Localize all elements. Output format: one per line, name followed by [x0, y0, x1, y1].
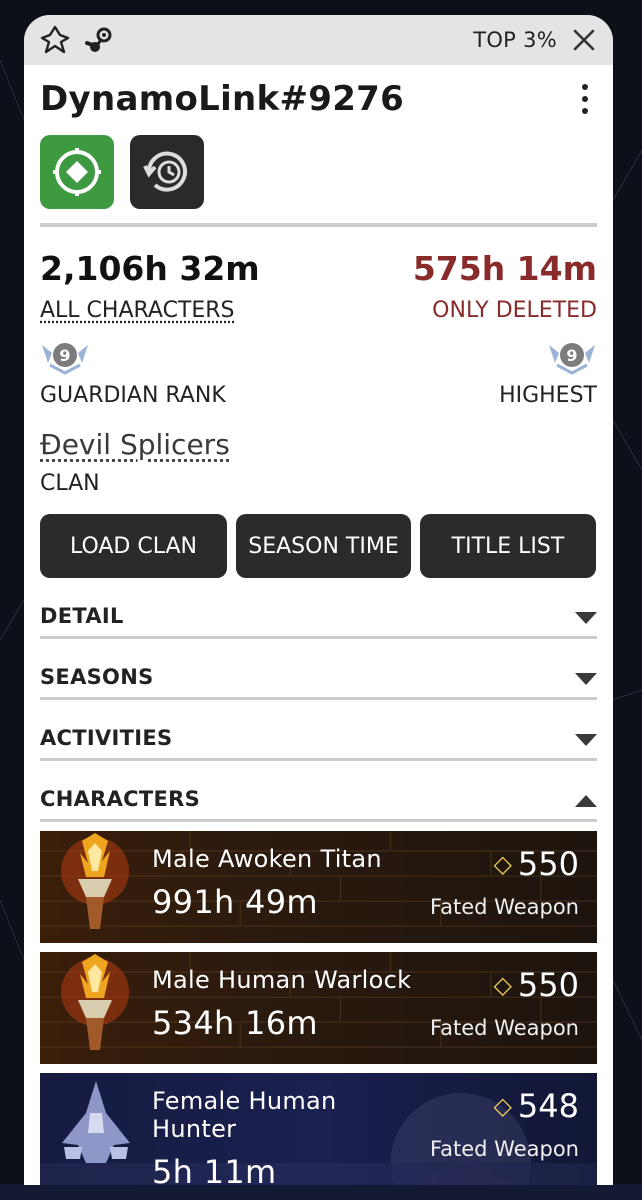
steam-icon[interactable] — [84, 25, 114, 55]
chevron-down-icon — [575, 673, 597, 685]
character-info: Female Human Hunter 5h 11m — [152, 1073, 417, 1185]
section-activities[interactable]: ACTIVITIES — [40, 700, 597, 761]
highest-rank-icon: 9 — [549, 343, 595, 375]
section-seasons[interactable]: SEASONS — [40, 639, 597, 700]
deleted-playtime: 575h 14m — [412, 249, 597, 288]
all-characters-link[interactable]: ALL CHARACTERS — [40, 298, 260, 323]
clan-name-link[interactable]: Ɖevil Splicers — [40, 428, 230, 461]
season-time-button[interactable]: SEASON TIME — [236, 514, 411, 578]
emblem-name: Fated Weapon — [430, 895, 579, 919]
divider — [40, 223, 597, 227]
character-card-titan[interactable]: Male Awoken Titan 991h 49m ◇ 550 Fated W… — [40, 831, 597, 943]
character-playtime: 991h 49m — [152, 883, 318, 921]
player-card: TOP 3% DynamoLink#9276 2,106h 32m ALL CH… — [24, 15, 613, 1185]
character-playtime: 5h 11m — [152, 1153, 277, 1185]
character-stats: ◇ 550 Fated Weapon — [417, 831, 597, 943]
highest-rank-label: HIGHEST — [499, 383, 597, 408]
more-menu-icon[interactable] — [573, 79, 597, 119]
playtime-row: 2,106h 32m ALL CHARACTERS 575h 14m ONLY … — [40, 249, 597, 323]
guardian-rank: 9 GUARDIAN RANK — [40, 339, 226, 408]
ship-emblem-icon — [40, 1073, 152, 1185]
bottom-bar — [0, 1184, 642, 1200]
guardian-rank-icon: 9 — [42, 343, 88, 375]
chevron-up-icon — [575, 795, 597, 807]
power-diamond-icon: ◇ — [493, 971, 512, 999]
guardian-rank-value: 9 — [59, 346, 70, 365]
section-title: DETAIL — [40, 604, 124, 628]
torch-emblem-icon — [40, 952, 152, 1064]
only-deleted-label: ONLY DELETED — [432, 298, 597, 323]
character-info: Male Human Warlock 534h 16m — [152, 952, 417, 1064]
character-name: Female Human Hunter — [152, 1087, 337, 1143]
rank-row: 9 GUARDIAN RANK 9 HIGHEST — [40, 339, 597, 408]
destiny-logo-icon[interactable] — [40, 25, 70, 55]
section-title: SEASONS — [40, 665, 154, 689]
action-buttons: LOAD CLAN SEASON TIME TITLE LIST — [40, 514, 597, 578]
highest-rank: 9 HIGHEST — [499, 339, 597, 408]
power-level: ◇ 550 — [417, 966, 579, 1004]
chevron-down-icon — [575, 612, 597, 624]
power-level: ◇ 548 — [417, 1087, 579, 1125]
highest-rank-value: 9 — [566, 346, 577, 365]
character-stats: ◇ 548 Fated Weapon — [417, 1073, 597, 1185]
character-playtime: 534h 16m — [152, 1004, 318, 1042]
power-level: ◇ 550 — [417, 845, 579, 883]
player-name: DynamoLink#9276 — [40, 79, 405, 119]
title-list-button[interactable]: TITLE LIST — [420, 514, 596, 578]
power-diamond-icon: ◇ — [493, 1092, 512, 1120]
character-info: Male Awoken Titan 991h 49m — [152, 831, 417, 943]
power-diamond-icon: ◇ — [493, 850, 512, 878]
character-card-hunter[interactable]: Female Human Hunter 5h 11m ◇ 548 Fated W… — [40, 1073, 597, 1185]
power-value: 550 — [517, 845, 579, 883]
chevron-down-icon — [575, 734, 597, 746]
load-clan-button[interactable]: LOAD CLAN — [40, 514, 227, 578]
character-name: Male Human Warlock — [152, 966, 412, 994]
section-title: CHARACTERS — [40, 787, 201, 811]
emblem-name: Fated Weapon — [430, 1016, 579, 1040]
section-detail[interactable]: DETAIL — [40, 578, 597, 639]
character-name: Male Awoken Titan — [152, 845, 382, 873]
emblem-name: Fated Weapon — [430, 1137, 579, 1161]
character-card-warlock[interactable]: Male Human Warlock 534h 16m ◇ 550 Fated … — [40, 952, 597, 1064]
target-badge-icon[interactable] — [40, 135, 114, 209]
section-title: ACTIVITIES — [40, 726, 173, 750]
top-bar: TOP 3% — [24, 15, 613, 65]
guardian-rank-label: GUARDIAN RANK — [40, 383, 226, 408]
character-list: Male Awoken Titan 991h 49m ◇ 550 Fated W… — [40, 831, 597, 1185]
clan-label: CLAN — [40, 471, 100, 496]
name-row: DynamoLink#9276 — [40, 79, 597, 119]
top-rank-badge: TOP 3% — [473, 28, 557, 52]
total-playtime: 2,106h 32m — [40, 249, 260, 288]
power-value: 548 — [517, 1087, 579, 1125]
badge-row — [40, 135, 597, 209]
profile-content: DynamoLink#9276 2,106h 32m ALL CHARACTER… — [24, 79, 613, 1185]
power-value: 550 — [517, 966, 579, 1004]
section-characters[interactable]: CHARACTERS — [40, 761, 597, 822]
close-icon[interactable] — [571, 27, 597, 53]
character-stats: ◇ 550 Fated Weapon — [417, 952, 597, 1064]
clock-refresh-badge-icon[interactable] — [130, 135, 204, 209]
torch-emblem-icon — [40, 831, 152, 943]
